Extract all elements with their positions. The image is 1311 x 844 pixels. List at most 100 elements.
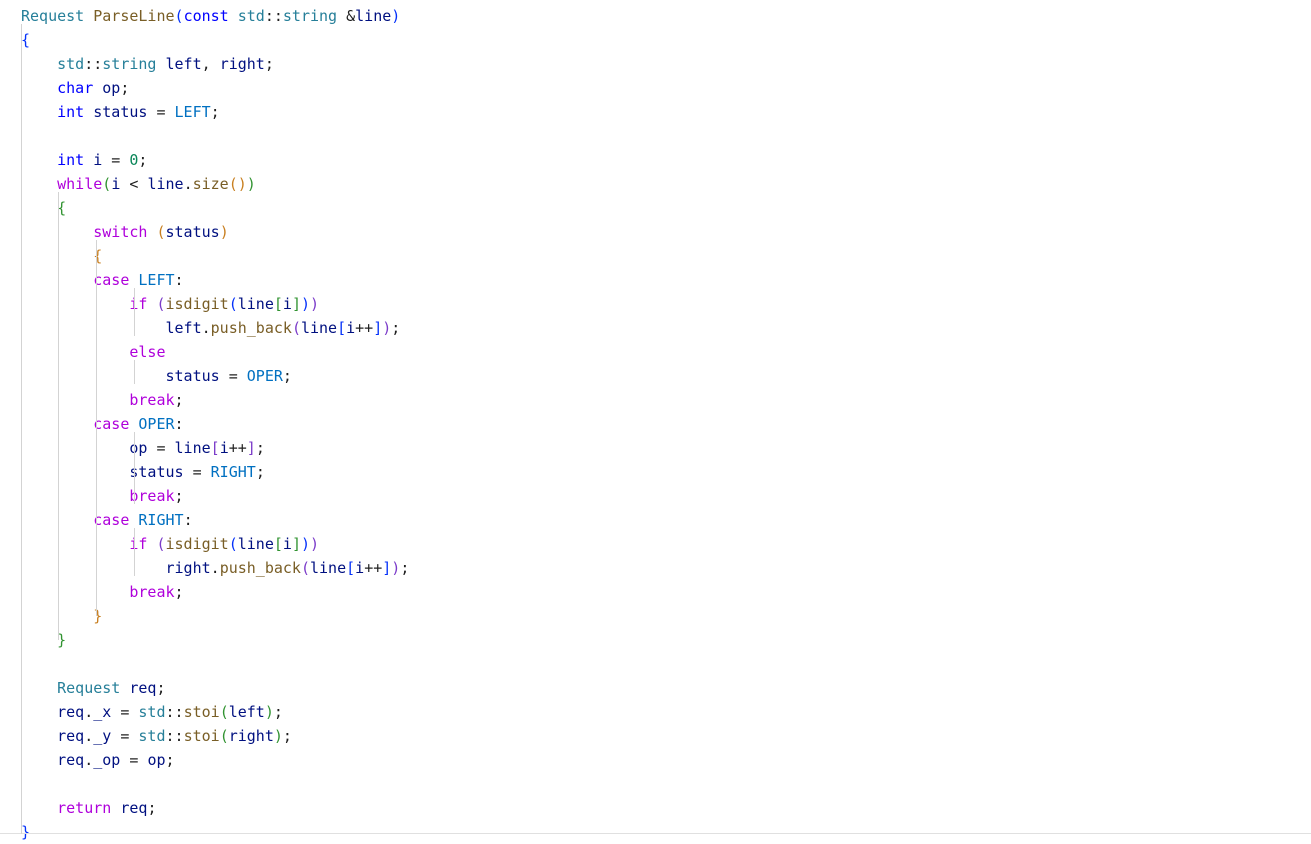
code-line[interactable]: op = line[i++];: [0, 436, 1311, 460]
token-b4: ): [310, 295, 320, 313]
token-kw: break: [129, 487, 175, 505]
code-line[interactable]: break;: [0, 484, 1311, 508]
token-var: op: [102, 79, 121, 97]
token-op: ++: [228, 439, 247, 457]
code-line[interactable]: [0, 124, 1311, 148]
code-line[interactable]: if (isdigit(line[i])): [0, 532, 1311, 556]
code-line[interactable]: Request ParseLine(const std::string &lin…: [0, 4, 1311, 28]
token-var: req: [57, 727, 85, 745]
code-line[interactable]: case LEFT:: [0, 268, 1311, 292]
token-b2: (: [219, 703, 229, 721]
token-var: i: [282, 295, 292, 313]
token-b3: (: [156, 223, 166, 241]
token-fn: push_back: [219, 559, 301, 577]
code-line[interactable]: }: [0, 628, 1311, 652]
token-b2: [: [273, 295, 283, 313]
code-line[interactable]: break;: [0, 580, 1311, 604]
token-const: RIGHT: [210, 463, 256, 481]
code-line[interactable]: if (isdigit(line[i])): [0, 292, 1311, 316]
code-line[interactable]: status = RIGHT;: [0, 460, 1311, 484]
token-op: ;: [255, 463, 265, 481]
token-op: .: [210, 559, 220, 577]
token-fn: isdigit: [165, 535, 229, 553]
token-var: req: [57, 751, 85, 769]
token-var: status: [129, 463, 184, 481]
token-b1: ): [391, 7, 401, 25]
code-line[interactable]: {: [0, 28, 1311, 52]
indent-guide: [96, 240, 97, 616]
token-op: ;: [273, 703, 283, 721]
code-line[interactable]: switch (status): [0, 220, 1311, 244]
code-line[interactable]: int i = 0;: [0, 148, 1311, 172]
code-line[interactable]: int status = LEFT;: [0, 100, 1311, 124]
token-b3: ): [237, 175, 247, 193]
code-line[interactable]: req._op = op;: [0, 748, 1311, 772]
code-line[interactable]: [0, 652, 1311, 676]
code-line[interactable]: }: [0, 820, 1311, 844]
token-op: =: [147, 439, 175, 457]
code-line[interactable]: status = OPER;: [0, 364, 1311, 388]
code-line[interactable]: {: [0, 244, 1311, 268]
bottom-divider: [0, 833, 1311, 834]
code-line[interactable]: req._x = std::stoi(left);: [0, 700, 1311, 724]
code-line[interactable]: while(i < line.size()): [0, 172, 1311, 196]
token-op: [84, 151, 93, 169]
indent-guide: [58, 192, 59, 640]
token-fn: size: [192, 175, 229, 193]
code-line[interactable]: case RIGHT:: [0, 508, 1311, 532]
token-op: =: [120, 751, 148, 769]
code-line[interactable]: [0, 772, 1311, 796]
code-line[interactable]: return req;: [0, 796, 1311, 820]
token-op: ::: [165, 703, 184, 721]
token-op: :: [174, 271, 184, 289]
token-b2: ]: [291, 535, 301, 553]
token-op: <: [120, 175, 148, 193]
token-fn: isdigit: [165, 295, 229, 313]
token-cls: std: [138, 727, 166, 745]
token-op: ;: [210, 103, 220, 121]
token-op: ;: [174, 487, 184, 505]
code-line[interactable]: Request req;: [0, 676, 1311, 700]
code-line[interactable]: {: [0, 196, 1311, 220]
code-line[interactable]: req._y = std::stoi(right);: [0, 724, 1311, 748]
code-content[interactable]: Request ParseLine(const std::string &lin…: [0, 0, 1311, 844]
token-var: line: [147, 175, 184, 193]
token-type: char: [57, 79, 94, 97]
code-line[interactable]: }: [0, 604, 1311, 628]
token-var: _y: [93, 727, 112, 745]
token-b1: ]: [382, 559, 392, 577]
code-line[interactable]: right.push_back(line[i++]);: [0, 556, 1311, 580]
token-op: :: [174, 415, 184, 433]
token-op: ::: [264, 7, 283, 25]
token-kw: switch: [93, 223, 148, 241]
token-b2: ): [264, 703, 274, 721]
token-kw: if: [129, 295, 148, 313]
token-op: ;: [156, 679, 166, 697]
token-var: op: [129, 439, 148, 457]
token-var: status: [165, 223, 220, 241]
code-line[interactable]: case OPER:: [0, 412, 1311, 436]
token-fn: stoi: [183, 727, 220, 745]
token-var: i: [355, 559, 365, 577]
code-line[interactable]: break;: [0, 388, 1311, 412]
code-editor[interactable]: Request ParseLine(const std::string &lin…: [0, 0, 1311, 841]
code-line[interactable]: char op;: [0, 76, 1311, 100]
token-op: =: [102, 151, 130, 169]
code-line[interactable]: else: [0, 340, 1311, 364]
token-var: i: [111, 175, 121, 193]
token-kw: break: [129, 583, 175, 601]
token-b1: (: [174, 7, 184, 25]
token-var: op: [147, 751, 166, 769]
token-kw: return: [57, 799, 112, 817]
code-line[interactable]: left.push_back(line[i++]);: [0, 316, 1311, 340]
code-line[interactable]: std::string left, right;: [0, 52, 1311, 76]
